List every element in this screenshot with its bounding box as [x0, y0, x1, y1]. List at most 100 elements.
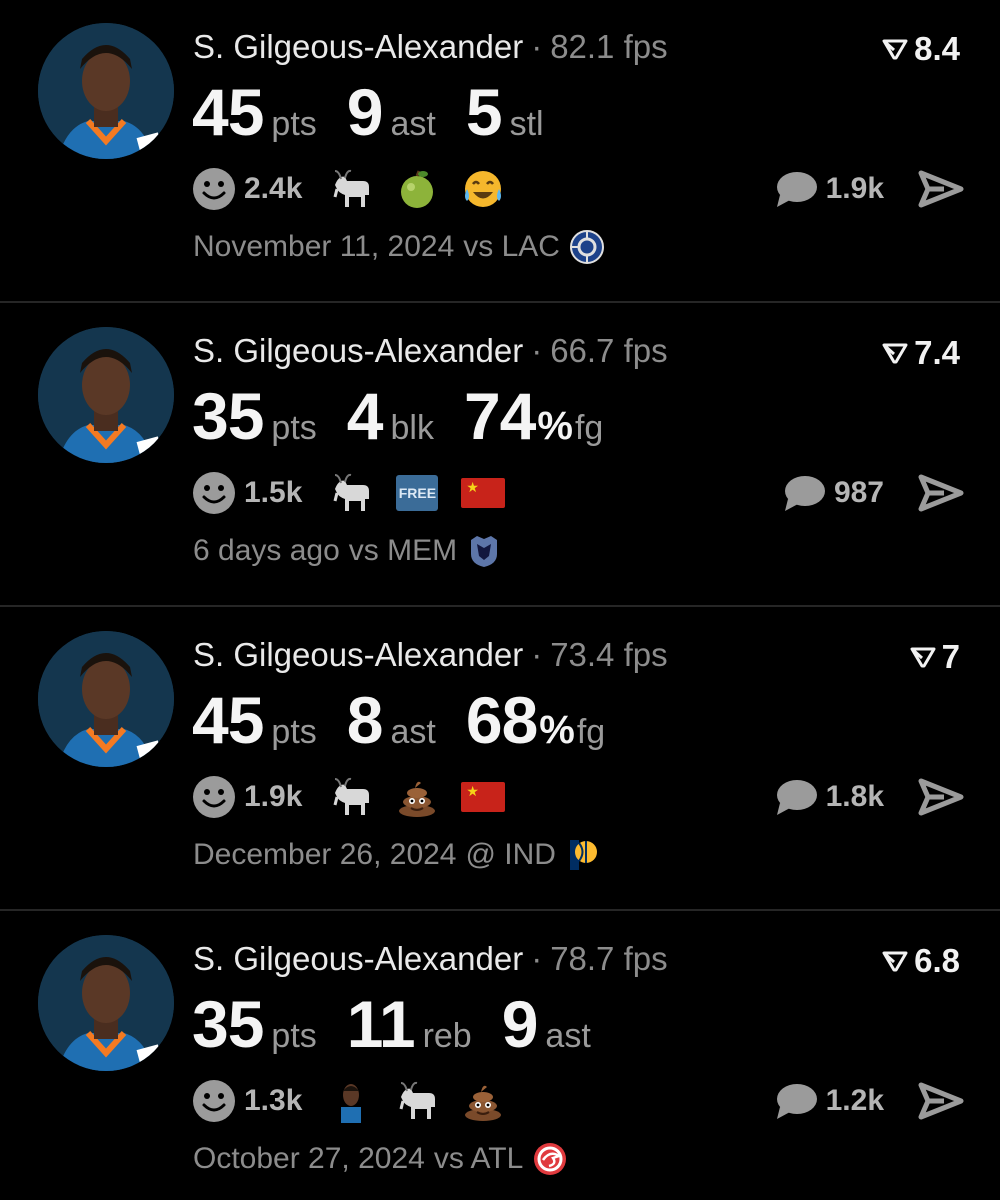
stat-value: 68 — [465, 683, 538, 757]
post-card[interactable]: S. Gilgeous-Alexander · 78.7 fps 6.8 35 pts… — [0, 912, 1000, 1200]
post-card[interactable]: S. Gilgeous-Alexander · 73.4 fps 7 45 pts 8… — [0, 608, 1000, 911]
stat-item: 11 reb — [347, 986, 472, 1062]
smiley-react-icon[interactable] — [192, 471, 236, 515]
stat-unit: pts — [271, 105, 317, 143]
game-info: December 26, 2024 @ IND — [193, 838, 600, 872]
reaction-count[interactable]: 2.4k — [244, 172, 302, 206]
player-avatar[interactable] — [38, 935, 174, 1071]
comment-count[interactable]: 987 — [834, 476, 884, 510]
game-info: October 27, 2024 vs ATL — [193, 1142, 567, 1176]
share-icon[interactable] — [918, 169, 964, 209]
post-header: S. Gilgeous-Alexander · 66.7 fps — [193, 332, 668, 370]
stat-item: 74% fg — [464, 378, 603, 454]
game-date: November 11, 2024 — [193, 230, 455, 263]
china-flag-icon[interactable]: ★ — [460, 470, 506, 516]
reaction-count[interactable]: 1.9k — [244, 780, 302, 814]
stat-line: 45 pts 8 ast 68% fg — [192, 682, 635, 758]
stat-unit: ast — [390, 713, 436, 751]
player-avatar[interactable] — [38, 327, 174, 463]
player-name[interactable]: S. Gilgeous-Alexander — [193, 636, 523, 673]
rating-value: 8.4 — [914, 30, 960, 67]
player-avatar[interactable] — [38, 631, 174, 767]
china-flag-icon[interactable]: ★ — [460, 774, 506, 820]
rating-value: 7 — [941, 638, 960, 675]
share-icon[interactable] — [918, 473, 964, 513]
comment-icon[interactable] — [774, 777, 818, 817]
flag-star-icon: ★ — [466, 479, 479, 495]
clippers-logo-icon — [569, 230, 604, 264]
stat-line: 35 pts 11 reb 9 ast — [192, 986, 621, 1062]
flag-shape: ★ — [461, 478, 506, 508]
smiley-react-icon[interactable] — [192, 775, 236, 819]
stat-item: 68% fg — [466, 682, 605, 758]
post-divider — [0, 605, 1000, 607]
comment-icon[interactable] — [774, 1081, 818, 1121]
share-icon[interactable] — [918, 777, 964, 817]
post-card[interactable]: S. Gilgeous-Alexander · 82.1 fps 8.4 45 pts… — [0, 0, 1000, 303]
stat-unit: pts — [271, 713, 317, 751]
player-avatar[interactable] — [38, 23, 174, 159]
rating: 7.4 — [882, 334, 960, 372]
comment-icon[interactable] — [774, 169, 818, 209]
reaction-count[interactable]: 1.5k — [244, 476, 302, 510]
comment-count[interactable]: 1.8k — [826, 780, 884, 814]
stat-value: 5 — [465, 75, 503, 149]
reaction-bar: 1.5k FREE ★ — [192, 468, 526, 518]
post-card[interactable]: S. Gilgeous-Alexander · 66.7 fps 7.4 35 pts… — [0, 304, 1000, 607]
reaction-bar: 2.4k — [192, 164, 526, 214]
goat-emoji-icon[interactable] — [328, 470, 374, 516]
opponent[interactable]: vs ATL — [434, 1142, 523, 1176]
stat-percent-sign: % — [539, 708, 575, 752]
game-date: October 27, 2024 — [193, 1142, 425, 1175]
free-badge-label: FREE — [396, 475, 439, 511]
opponent[interactable]: @ IND — [466, 838, 556, 872]
opponent[interactable]: vs LAC — [463, 230, 560, 264]
reaction-bar: 1.9k ★ — [192, 772, 526, 822]
post-feed: S. Gilgeous-Alexander · 82.1 fps 8.4 45 pts… — [0, 0, 1000, 1200]
rating: 8.4 — [882, 30, 960, 68]
tears-of-joy-emoji-icon[interactable] — [460, 166, 506, 212]
stat-unit: fg — [576, 713, 606, 751]
stat-item: 9 ast — [347, 74, 436, 150]
post-actions: 1.2k — [774, 1076, 964, 1126]
fps-score: 82.1 fps — [550, 28, 668, 65]
opponent[interactable]: vs MEM — [349, 534, 457, 568]
goat-emoji-icon[interactable] — [394, 1078, 440, 1124]
goat-emoji-icon[interactable] — [328, 166, 374, 212]
stat-unit: pts — [271, 409, 317, 447]
stat-value: 45 — [192, 75, 264, 149]
poop-emoji-icon[interactable] — [394, 774, 440, 820]
player-name[interactable]: S. Gilgeous-Alexander — [193, 940, 523, 977]
player-name[interactable]: S. Gilgeous-Alexander — [193, 332, 523, 369]
post-header: S. Gilgeous-Alexander · 78.7 fps — [193, 940, 668, 978]
filter-icon — [882, 343, 908, 364]
game-date: December 26, 2024 — [193, 838, 457, 871]
goat-emoji-icon[interactable] — [328, 774, 374, 820]
fps-score: 78.7 fps — [550, 940, 668, 977]
post-divider — [0, 909, 1000, 911]
comment-count[interactable]: 1.9k — [826, 172, 884, 206]
stat-unit: stl — [509, 105, 544, 143]
player-sticker-icon[interactable] — [328, 1078, 374, 1124]
rating: 7 — [910, 638, 960, 676]
comment-icon[interactable] — [782, 473, 826, 513]
share-icon[interactable] — [918, 1081, 964, 1121]
smiley-react-icon[interactable] — [192, 1079, 236, 1123]
smiley-react-icon[interactable] — [192, 167, 236, 211]
player-name[interactable]: S. Gilgeous-Alexander — [193, 28, 523, 65]
stat-value: 4 — [346, 379, 384, 453]
grizzlies-logo-icon — [471, 536, 498, 567]
reaction-count[interactable]: 1.3k — [244, 1084, 302, 1118]
stat-item: 45 pts — [192, 74, 317, 150]
post-divider — [0, 301, 1000, 303]
comment-count[interactable]: 1.2k — [826, 1084, 884, 1118]
green-apple-emoji-icon[interactable] — [394, 166, 440, 212]
header-separator: · — [531, 940, 543, 977]
stat-unit: reb — [422, 1017, 472, 1055]
rating-value: 7.4 — [914, 334, 960, 371]
stat-unit: ast — [390, 105, 436, 143]
free-badge-icon[interactable]: FREE — [394, 470, 440, 516]
stat-line: 45 pts 9 ast 5 stl — [192, 74, 574, 150]
post-actions: 1.8k — [774, 772, 964, 822]
poop-emoji-icon[interactable] — [460, 1078, 506, 1124]
